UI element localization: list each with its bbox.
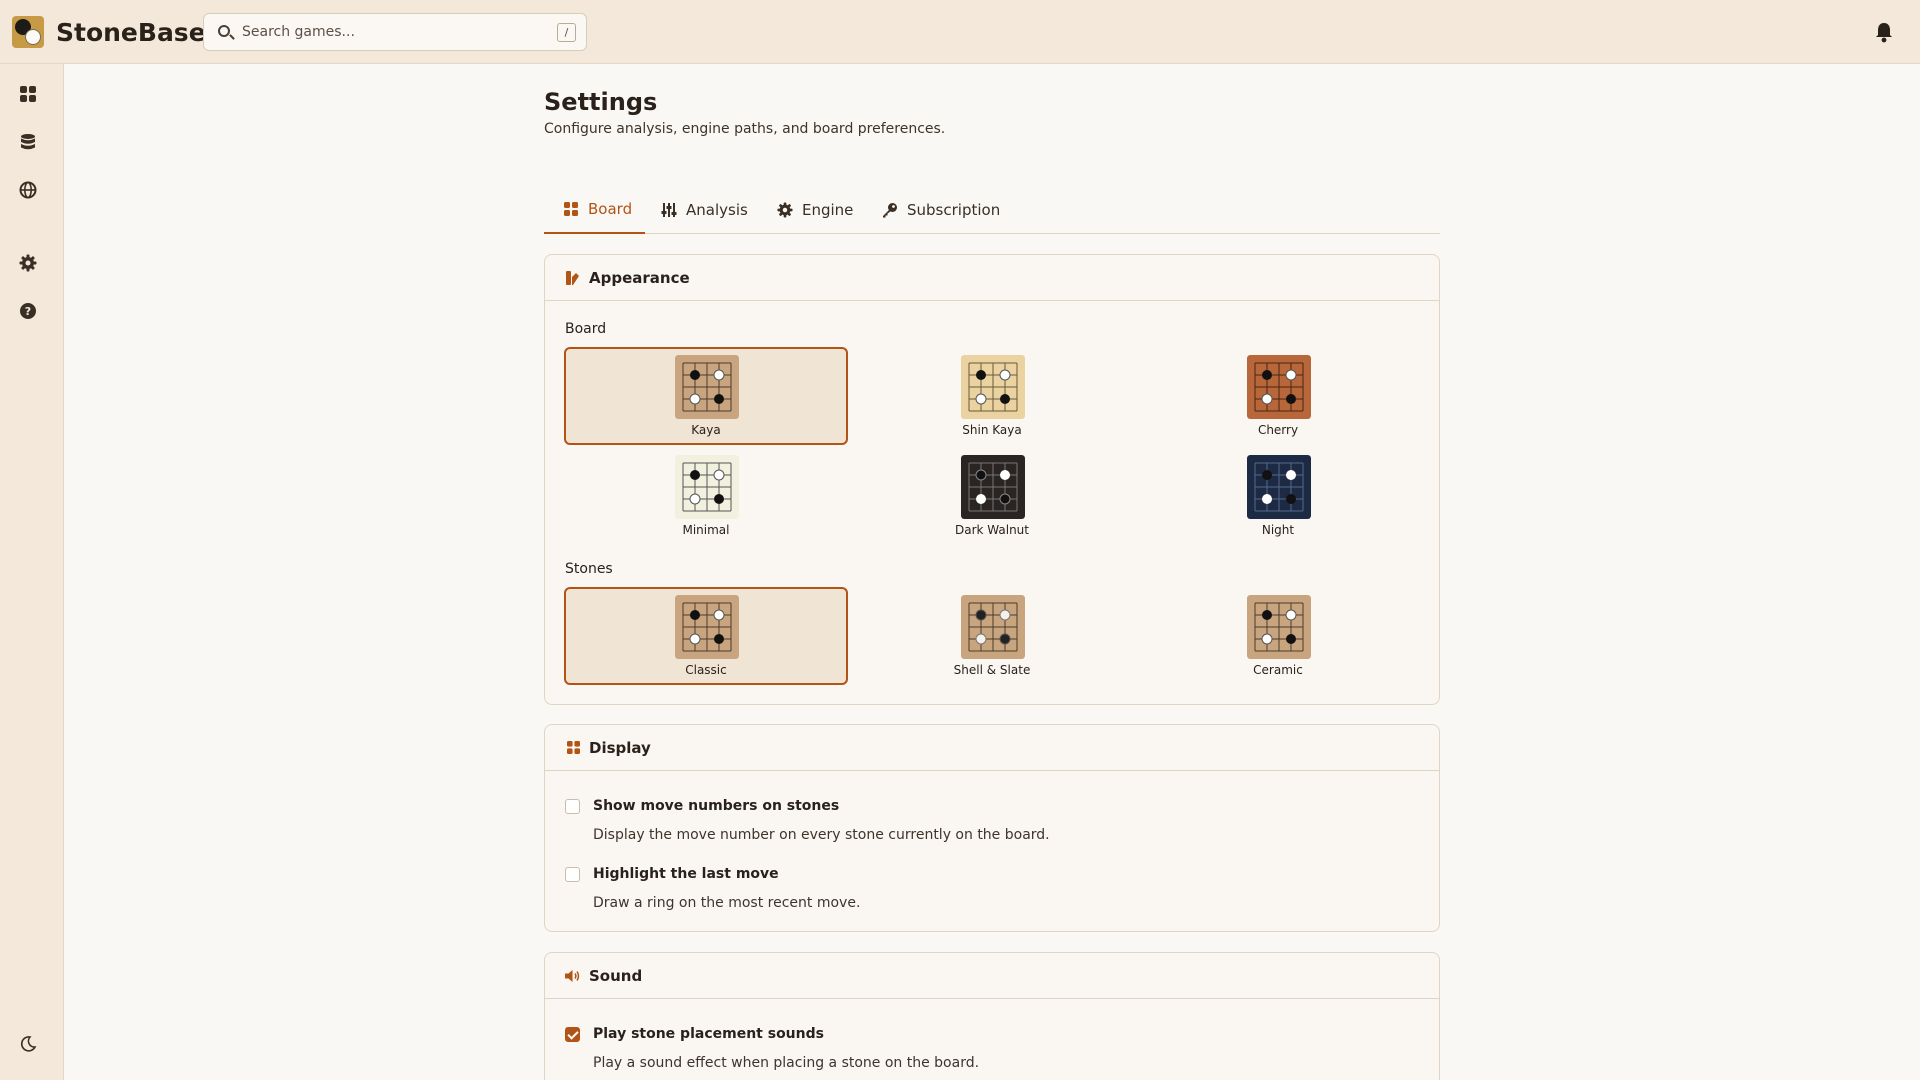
moon-icon <box>20 1036 37 1052</box>
appearance-card: Appearance Board Kaya Shin Kaya Cherry M… <box>544 254 1440 705</box>
brand[interactable]: StoneBase <box>12 16 206 48</box>
tab-subscription[interactable]: Subscription <box>881 186 1000 234</box>
board-option-dark-walnut[interactable]: Dark Walnut <box>850 447 1134 545</box>
stones-thumbnail <box>961 595 1025 659</box>
board-thumbnail <box>1247 355 1311 419</box>
sliders-icon <box>660 201 678 219</box>
stones-option-classic[interactable]: Classic <box>564 587 848 685</box>
tab-board-label: Board <box>588 200 633 218</box>
highlight-last-move-checkbox[interactable] <box>565 867 580 882</box>
display-card: Display Show move numbers on stones Disp… <box>544 724 1440 932</box>
sidebar-item-database[interactable] <box>14 128 42 156</box>
board-option-label: Dark Walnut <box>955 523 1029 537</box>
appearance-title: Appearance <box>589 268 690 287</box>
grid-icon <box>565 740 581 756</box>
tab-engine-label: Engine <box>802 201 854 219</box>
sidebar-item-online[interactable] <box>14 176 42 204</box>
board-option-label: Shin Kaya <box>962 423 1022 437</box>
svg-text:?: ? <box>25 305 31 318</box>
stones-option-ceramic[interactable]: Ceramic <box>1136 587 1420 685</box>
stones-option-shell-slate[interactable]: Shell & Slate <box>850 587 1134 685</box>
speaker-icon <box>565 968 581 984</box>
board-option-shin-kaya[interactable]: Shin Kaya <box>850 347 1134 445</box>
theme-toggle[interactable] <box>14 1030 42 1058</box>
board-thumbnail <box>961 455 1025 519</box>
board-option-night[interactable]: Night <box>1136 447 1420 545</box>
display-title: Display <box>589 738 651 757</box>
tab-analysis[interactable]: Analysis <box>660 186 748 234</box>
globe-icon <box>19 181 37 199</box>
board-thumbnail <box>1247 455 1311 519</box>
database-icon <box>21 134 35 150</box>
sound-title: Sound <box>589 966 643 985</box>
board-option-kaya[interactable]: Kaya <box>564 347 848 445</box>
sidebar-item-help[interactable]: ? <box>14 297 42 325</box>
bell-icon[interactable] <box>1874 21 1894 43</box>
dashboard-icon <box>20 86 36 102</box>
tab-engine[interactable]: Engine <box>776 186 853 234</box>
page-title: Settings <box>544 88 658 116</box>
search-box[interactable]: / <box>203 13 587 51</box>
settings-tabs: Board Analysis Engine Subscription <box>544 186 1440 234</box>
stones-thumbnail <box>1247 595 1311 659</box>
tab-subscription-label: Subscription <box>907 201 1001 219</box>
play-stone-sounds-checkbox[interactable] <box>565 1027 580 1042</box>
search-icon <box>218 25 230 37</box>
stones-thumbnail <box>675 595 739 659</box>
board-thumbnail <box>961 355 1025 419</box>
search-shortcut-hint: / <box>557 23 576 42</box>
sidebar-item-settings[interactable] <box>14 249 42 277</box>
app-name: StoneBase <box>56 17 206 47</box>
stones-option-label: Classic <box>685 663 727 677</box>
sidebar: ? <box>0 64 64 1080</box>
option-title: Show move numbers on stones <box>593 798 840 814</box>
board-option-label: Night <box>1261 523 1295 537</box>
help-icon: ? <box>20 303 36 319</box>
board-thumbnail <box>675 455 739 519</box>
option-description: Play a sound effect when placing a stone… <box>593 1055 980 1071</box>
display-header: Display <box>545 725 1439 771</box>
appearance-header: Appearance <box>545 255 1439 301</box>
option-description: Display the move number on every stone c… <box>593 827 1050 843</box>
gear-icon <box>19 254 37 272</box>
search-input[interactable] <box>242 22 542 42</box>
stones-group-label: Stones <box>565 561 613 577</box>
page-subtitle: Configure analysis, engine paths, and bo… <box>544 121 946 137</box>
option-title: Play stone placement sounds <box>593 1026 824 1042</box>
board-group-label: Board <box>565 321 607 337</box>
board-option-label: Kaya <box>691 423 721 437</box>
sound-card: Sound Play stone placement sounds Play a… <box>544 952 1440 1080</box>
board-thumbnail <box>675 355 739 419</box>
sound-header: Sound <box>545 953 1439 999</box>
board-option-minimal[interactable]: Minimal <box>564 447 848 545</box>
sidebar-item-dashboard[interactable] <box>14 80 42 108</box>
board-option-label: Minimal <box>682 523 730 537</box>
stonebase-logo-icon <box>12 16 44 48</box>
top-bar: StoneBase / <box>0 0 1920 64</box>
option-title: Highlight the last move <box>593 866 779 882</box>
palette-icon <box>565 270 581 286</box>
show-move-numbers-checkbox[interactable] <box>565 799 580 814</box>
stones-option-label: Shell & Slate <box>953 663 1031 677</box>
option-description: Draw a ring on the most recent move. <box>593 895 861 911</box>
grid-icon <box>562 200 580 218</box>
tab-board[interactable]: Board <box>544 186 645 234</box>
tab-analysis-label: Analysis <box>686 201 748 219</box>
board-option-label: Cherry <box>1257 423 1299 437</box>
gear-icon <box>776 201 794 219</box>
key-icon <box>881 201 899 219</box>
stones-option-label: Ceramic <box>1253 663 1303 677</box>
board-option-cherry[interactable]: Cherry <box>1136 347 1420 445</box>
